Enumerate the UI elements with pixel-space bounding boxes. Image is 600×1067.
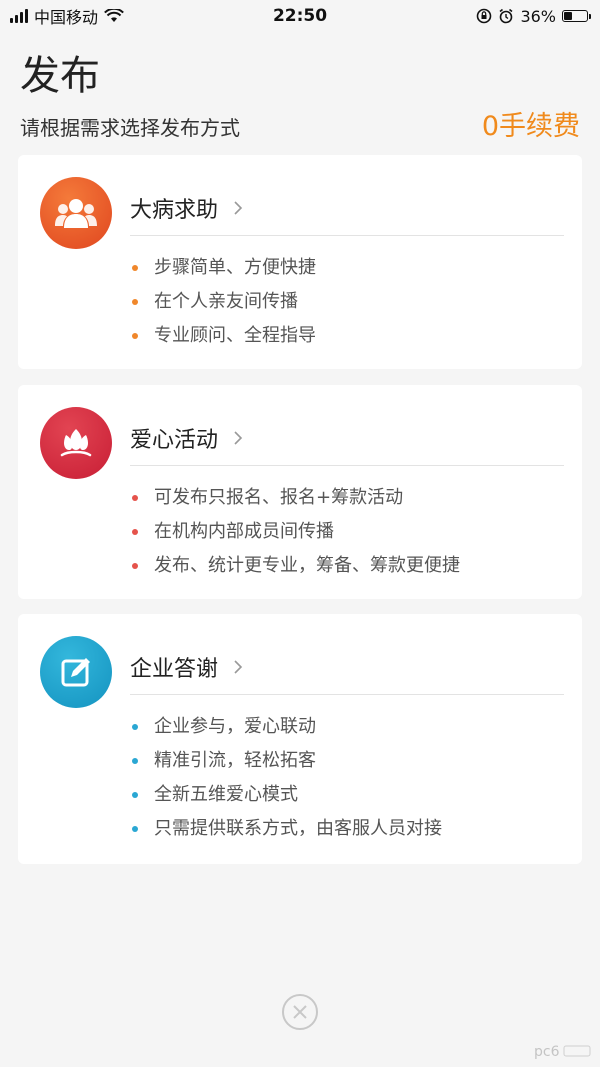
bullet-dot [132,792,138,798]
status-left: 中国移动 [0,4,124,28]
bullet-dot [132,563,138,569]
feature-text: 在机构内部成员间传播 [154,521,334,542]
bullet-dot [132,826,138,832]
page-title: 发布 [20,53,100,99]
feature-text: 发布、统计更专业，筹备、筹款更便捷 [154,555,460,576]
feature-text: 在个人亲友间传播 [154,291,298,312]
card-title: 大病求助 [130,198,219,223]
card-title-row[interactable]: 爱心活动 [130,411,564,466]
watermark-logo: pc6 [534,1044,591,1060]
feature-item: 步骤简单、方便快捷 [130,251,564,285]
card-enterprise-thanks[interactable]: 企业答谢 企业参与，爱心联动 精准引流，轻松拓客 全新五维爱心模式 只需提供联系… [18,614,582,864]
feature-item: 可发布只报名、报名+筹款活动 [130,481,564,515]
bullet-dot [132,299,138,305]
bullet-dot [132,265,138,271]
feature-item: 发布、统计更专业，筹备、筹款更便捷 [130,549,564,583]
feature-text: 精准引流，轻松拓客 [154,750,316,771]
bullet-dot [132,724,138,730]
svg-text:pc6: pc6 [534,1044,560,1060]
bullet-dot [132,495,138,501]
card-title-row[interactable]: 大病求助 [130,181,564,236]
fee-badge: 0手续费 [481,111,580,142]
status-bar: 中国移动 22:50 36% [0,0,600,32]
card-title-row[interactable]: 企业答谢 [130,640,564,695]
feature-item: 企业参与，爱心联动 [130,710,564,744]
feature-list: 企业参与，爱心联动 精准引流，轻松拓客 全新五维爱心模式 只需提供联系方式，由客… [130,710,564,846]
card-title: 企业答谢 [130,657,219,682]
battery-fill [564,12,572,20]
battery-percent: 36% [520,6,556,26]
feature-text: 全新五维爱心模式 [154,784,298,805]
lotus-icon [40,407,112,479]
alarm-icon [499,8,513,24]
close-button[interactable] [282,994,318,1030]
carrier-label: 中国移动 [34,8,99,27]
close-icon [293,1005,307,1019]
page-subtitle: 请根据需求选择发布方式 [20,116,240,140]
card-title: 爱心活动 [130,428,219,453]
header: 发布 请根据需求选择发布方式 0手续费 [20,52,580,142]
feature-text: 步骤简单、方便快捷 [154,257,316,278]
bullet-dot [132,758,138,764]
bullet-dot [132,529,138,535]
publish-screen: 中国移动 22:50 36% 发布 请根据需求选择发布方式 0手续费 大病求助 … [0,0,600,1067]
feature-item: 精准引流，轻松拓客 [130,744,564,778]
people-group-icon [40,177,112,249]
feature-text: 专业顾问、全程指导 [154,325,316,346]
bullet-dot [132,333,138,339]
card-illness-help[interactable]: 大病求助 步骤简单、方便快捷 在个人亲友间传播 专业顾问、全程指导 [18,155,582,369]
feature-text: 可发布只报名、报名+筹款活动 [154,487,404,508]
rotation-lock-icon [477,8,492,24]
feature-list: 步骤简单、方便快捷 在个人亲友间传播 专业顾问、全程指导 [130,251,564,353]
battery-icon [562,10,591,22]
edit-icon [40,636,112,708]
feature-item: 专业顾问、全程指导 [130,319,564,353]
feature-text: 企业参与，爱心联动 [154,716,316,737]
feature-text: 只需提供联系方式，由客服人员对接 [154,818,442,839]
signal-icon [10,9,28,23]
feature-item: 在个人亲友间传播 [130,285,564,319]
chevron-right-icon [234,201,243,215]
feature-item: 只需提供联系方式，由客服人员对接 [130,812,564,846]
wifi-icon [104,9,124,22]
chevron-right-icon [234,660,243,674]
status-right: 36% [476,7,600,26]
chevron-right-icon [234,431,243,445]
feature-list: 可发布只报名、报名+筹款活动 在机构内部成员间传播 发布、统计更专业，筹备、筹款… [130,481,564,583]
feature-item: 全新五维爱心模式 [130,778,564,812]
card-charity-activity[interactable]: 爱心活动 可发布只报名、报名+筹款活动 在机构内部成员间传播 发布、统计更专业，… [18,385,582,599]
feature-item: 在机构内部成员间传播 [130,515,564,549]
